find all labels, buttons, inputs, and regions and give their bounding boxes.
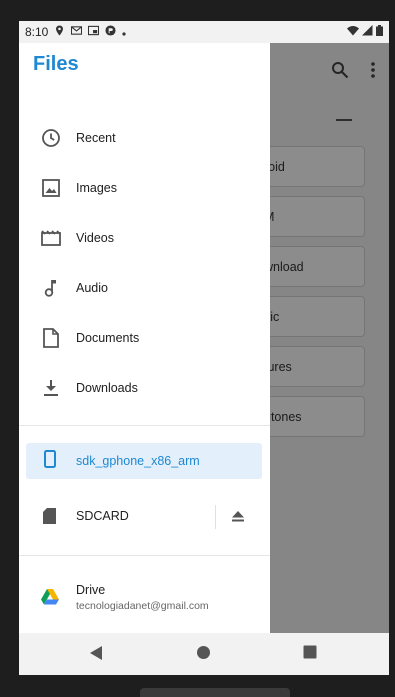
drive-account-email: tecnologiadanet@gmail.com xyxy=(76,600,209,612)
system-nav-bar xyxy=(19,633,389,675)
download-icon xyxy=(41,378,61,398)
back-icon[interactable] xyxy=(89,645,103,666)
sdcard-icon xyxy=(43,508,56,529)
sdcard-label: SDCARD xyxy=(76,509,129,523)
navigation-drawer: Files Recent Images Videos Audio Documen… xyxy=(19,43,270,633)
drawer-item-sdcard[interactable]: SDCARD xyxy=(19,495,270,535)
drawer-item-downloads[interactable]: Downloads xyxy=(19,363,270,413)
dot-icon xyxy=(122,25,126,39)
wifi-icon xyxy=(347,25,359,39)
gmail-icon xyxy=(71,25,83,39)
drawer-item-label: Recent xyxy=(76,131,116,145)
app-status-icon xyxy=(105,25,116,39)
recents-icon[interactable] xyxy=(303,645,317,664)
drawer-menu: Recent Images Videos Audio Documents Dow… xyxy=(19,113,270,413)
film-icon xyxy=(41,228,61,248)
device-label: sdk_gphone_x86_arm xyxy=(76,454,200,468)
cast-icon xyxy=(88,25,100,39)
eject-icon[interactable] xyxy=(232,509,244,527)
home-icon[interactable] xyxy=(196,645,211,665)
drawer-item-videos[interactable]: Videos xyxy=(19,213,270,263)
divider xyxy=(215,505,216,529)
divider xyxy=(19,555,270,556)
drawer-item-label: Videos xyxy=(76,231,114,245)
document-icon xyxy=(41,328,61,348)
drawer-title: Files xyxy=(33,53,79,75)
screen: 8:10 roid wnload sic tures gtones Files … xyxy=(19,21,389,675)
google-drive-icon xyxy=(41,589,59,610)
device-frame: 8:10 roid wnload sic tures gtones Files … xyxy=(0,0,395,697)
location-icon xyxy=(54,25,65,39)
drawer-item-images[interactable]: Images xyxy=(19,163,270,213)
drawer-item-label: Images xyxy=(76,181,117,195)
drawer-item-label: Downloads xyxy=(76,381,138,395)
drawer-item-label: Documents xyxy=(76,331,140,345)
image-icon xyxy=(41,178,61,198)
phone-icon xyxy=(44,449,56,473)
drawer-item-internal-storage[interactable]: sdk_gphone_x86_arm xyxy=(26,443,262,479)
signal-icon xyxy=(362,25,373,39)
status-bar: 8:10 xyxy=(19,21,389,43)
drawer-item-audio[interactable]: Audio xyxy=(19,263,270,313)
battery-icon xyxy=(376,25,383,39)
music-note-icon xyxy=(41,278,61,298)
status-time: 8:10 xyxy=(25,25,49,39)
divider xyxy=(19,425,270,426)
drawer-item-recent[interactable]: Recent xyxy=(19,113,270,163)
drawer-item-label: Audio xyxy=(76,281,108,295)
clock-icon xyxy=(41,128,61,148)
drawer-item-drive[interactable]: Drive tecnologiadanet@gmail.com xyxy=(19,575,270,615)
drawer-item-documents[interactable]: Documents xyxy=(19,313,270,363)
device-bottom-edge xyxy=(140,688,290,697)
drive-label: Drive xyxy=(76,583,106,597)
